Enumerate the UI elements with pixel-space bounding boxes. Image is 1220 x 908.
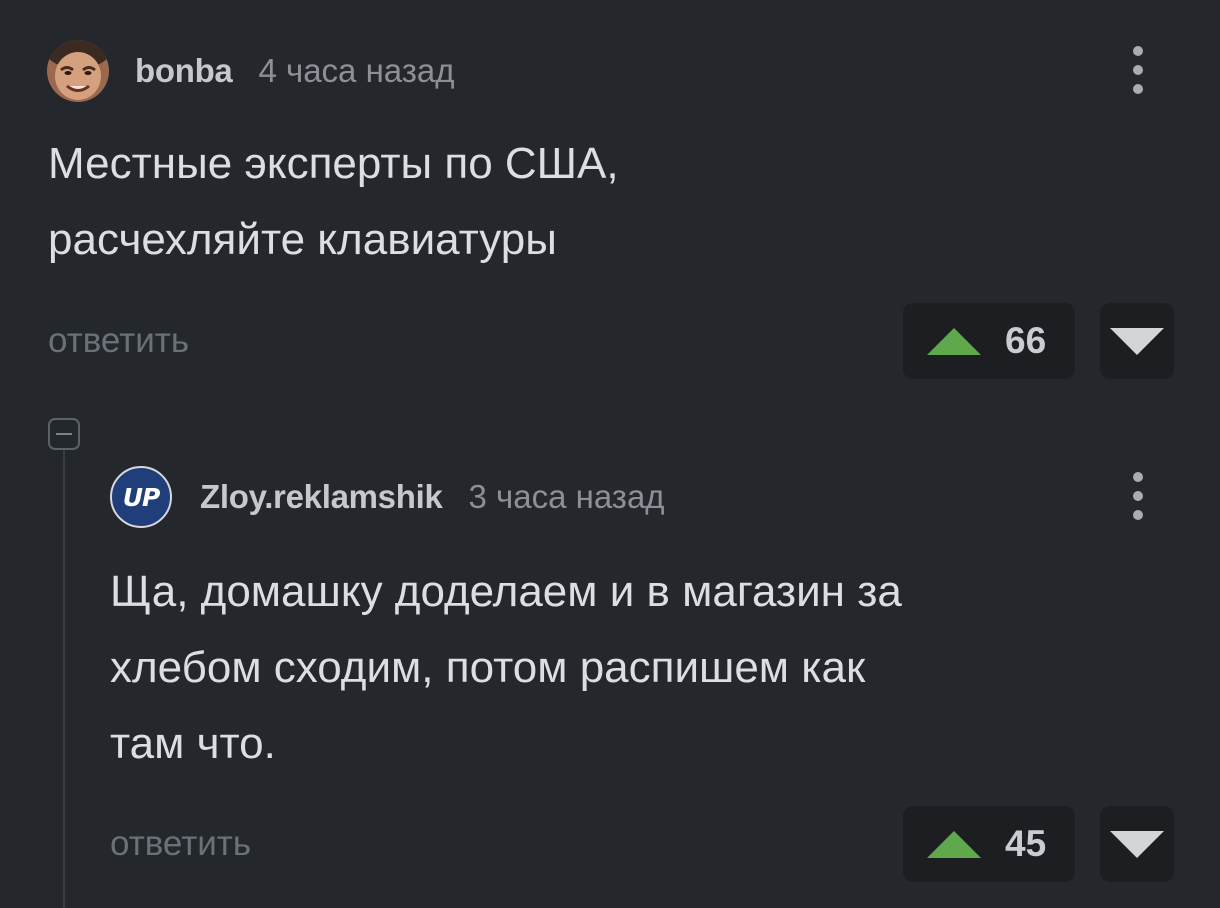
triangle-up-icon [927, 830, 981, 858]
username[interactable]: bonba [135, 52, 233, 90]
upvote-button[interactable]: 66 [903, 303, 1075, 379]
comment-header: UP Zloy.reklamshik 3 часа назад [110, 466, 665, 528]
collapse-thread-button[interactable] [48, 418, 80, 450]
minus-square-icon [56, 433, 72, 435]
more-options-button[interactable] [1118, 466, 1158, 526]
comment-time: 4 часа назад [258, 52, 455, 89]
avatar-image [47, 40, 109, 102]
more-options-button[interactable] [1118, 40, 1158, 100]
avatar-logo-text: UP [122, 482, 161, 512]
comment-text: Ща, домашку доделаем и в магазин за хлеб… [110, 567, 902, 768]
comment-header: bonba 4 часа назад [47, 40, 455, 102]
comment-text: Местные эксперты по США, расчехляйте кла… [48, 139, 619, 264]
username[interactable]: Zloy.reklamshik [200, 478, 443, 516]
triangle-down-icon [1110, 327, 1164, 355]
triangle-up-icon [927, 327, 981, 355]
upvote-button[interactable]: 45 [903, 806, 1075, 882]
triangle-down-icon [1110, 830, 1164, 858]
reply-button[interactable]: ответить [110, 824, 251, 864]
vertical-dots-icon [1133, 472, 1143, 482]
avatar[interactable]: UP [110, 466, 172, 528]
thread-line[interactable] [63, 450, 65, 908]
avatar[interactable] [47, 40, 109, 102]
reply-button[interactable]: ответить [48, 321, 189, 361]
comment-time: 3 часа назад [468, 478, 665, 515]
rating-count: 45 [1005, 823, 1047, 864]
downvote-button[interactable] [1100, 806, 1174, 882]
downvote-button[interactable] [1100, 303, 1174, 379]
vertical-dots-icon [1133, 46, 1143, 56]
rating-count: 66 [1005, 320, 1047, 361]
